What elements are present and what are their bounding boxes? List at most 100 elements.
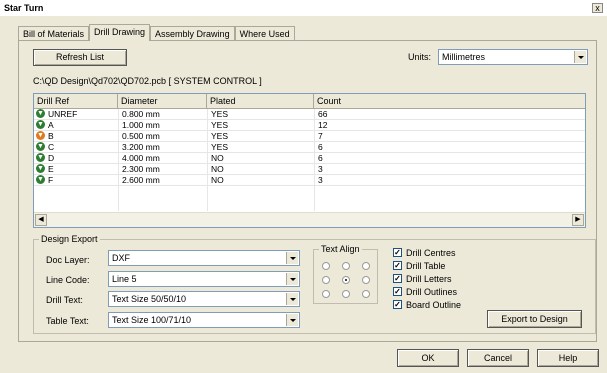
- table-row[interactable]: ▼ A 1.000 mm YES 12: [34, 120, 585, 131]
- table-row[interactable]: ▼ D 4.000 mm NO 6: [34, 153, 585, 164]
- drill-outlines-label: Drill Outlines: [406, 287, 458, 297]
- count-cell: 3: [318, 164, 323, 174]
- drill-table-checkbox[interactable]: ✓: [393, 261, 402, 270]
- table-text-select[interactable]: Text Size 100/71/10: [108, 312, 300, 328]
- chevron-down-icon[interactable]: [286, 314, 298, 326]
- table-row[interactable]: ▼ F 2.600 mm NO 3: [34, 175, 585, 186]
- drill-table[interactable]: Drill Ref Diameter Plated Count ▼ UNREF 0.…: [33, 93, 586, 228]
- align-bottom-left-radio[interactable]: [322, 290, 330, 298]
- table-row[interactable]: ▼ C 3.200 mm YES 6: [34, 142, 585, 153]
- title-bar: Star Turn x: [0, 0, 607, 16]
- plated-cell: YES: [211, 131, 229, 141]
- board-outline-checkbox[interactable]: ✓: [393, 300, 402, 309]
- export-to-design-button[interactable]: Export to Design: [487, 310, 582, 328]
- drill-ref-cell: A: [48, 120, 54, 130]
- drill-text-label: Drill Text:: [46, 295, 83, 305]
- column-header-plated[interactable]: Plated: [207, 94, 314, 108]
- help-button[interactable]: Help: [537, 349, 599, 367]
- plated-cell: NO: [211, 175, 224, 185]
- drill-table-header: Drill Ref Diameter Plated Count: [34, 94, 585, 109]
- scroll-right-icon[interactable]: ▶: [572, 214, 584, 226]
- chevron-down-icon[interactable]: [286, 293, 298, 305]
- plated-cell: NO: [211, 164, 224, 174]
- text-align-legend: Text Align: [321, 244, 360, 254]
- units-select[interactable]: Millimetres: [438, 49, 588, 65]
- drill-green-icon: ▼: [36, 164, 45, 173]
- tab-where-used[interactable]: Where Used: [234, 26, 295, 41]
- align-middle-center-radio[interactable]: [342, 276, 350, 284]
- count-cell: 12: [318, 120, 328, 130]
- table-row[interactable]: ▼ UNREF 0.800 mm YES 66: [34, 109, 585, 120]
- diameter-cell: 1.000 mm: [122, 120, 160, 130]
- plated-cell: YES: [211, 120, 229, 130]
- doc-layer-value: DXF: [112, 253, 130, 263]
- drill-ref-cell: UNREF: [48, 109, 78, 119]
- diameter-cell: 0.500 mm: [122, 131, 160, 141]
- line-code-value: Line 5: [112, 274, 137, 284]
- count-cell: 6: [318, 142, 323, 152]
- cancel-button[interactable]: Cancel: [467, 349, 529, 367]
- drill-letters-label: Drill Letters: [406, 274, 452, 284]
- dialog-footer: OK Cancel Help: [0, 342, 607, 373]
- plated-cell: NO: [211, 153, 224, 163]
- file-path: C:\QD Design\Qd702\QD702.pcb [ SYSTEM CO…: [33, 76, 262, 86]
- design-export-legend: Design Export: [41, 234, 98, 244]
- align-bottom-center-radio[interactable]: [342, 290, 350, 298]
- drill-ref-cell: F: [48, 175, 54, 185]
- tab-bill-of-materials[interactable]: Bill of Materials: [18, 26, 90, 41]
- chevron-down-icon[interactable]: [574, 51, 586, 63]
- drill-centres-label: Drill Centres: [406, 248, 456, 258]
- drill-ref-cell: E: [48, 164, 54, 174]
- board-outline-label: Board Outline: [406, 300, 462, 310]
- doc-layer-select[interactable]: DXF: [108, 250, 300, 266]
- chevron-down-icon[interactable]: [286, 273, 298, 285]
- align-middle-left-radio[interactable]: [322, 276, 330, 284]
- plated-cell: YES: [211, 142, 229, 152]
- drill-green-icon: ▼: [36, 175, 45, 184]
- align-top-left-radio[interactable]: [322, 262, 330, 270]
- table-text-value: Text Size 100/71/10: [112, 315, 192, 325]
- scroll-left-icon[interactable]: ◀: [35, 214, 47, 226]
- plated-cell: YES: [211, 109, 229, 119]
- chevron-down-icon[interactable]: [286, 252, 298, 264]
- window-title: Star Turn: [4, 3, 44, 13]
- drill-ref-cell: B: [48, 131, 54, 141]
- close-button[interactable]: x: [592, 3, 603, 13]
- tab-strip: Bill of Materials Drill Drawing Assembly…: [18, 24, 295, 41]
- align-top-right-radio[interactable]: [362, 262, 370, 270]
- drill-outlines-checkbox[interactable]: ✓: [393, 287, 402, 296]
- line-code-select[interactable]: Line 5: [108, 271, 300, 287]
- drill-table-label: Drill Table: [406, 261, 446, 271]
- dialog-window: Star Turn x Bill of Materials Drill Draw…: [0, 0, 607, 373]
- drill-green-icon: ▼: [36, 120, 45, 129]
- align-top-center-radio[interactable]: [342, 262, 350, 270]
- tab-drill-drawing[interactable]: Drill Drawing: [89, 24, 151, 41]
- column-header-drill-ref[interactable]: Drill Ref: [34, 94, 118, 108]
- align-middle-right-radio[interactable]: [362, 276, 370, 284]
- drill-letters-checkbox[interactable]: ✓: [393, 274, 402, 283]
- drill-text-select[interactable]: Text Size 50/50/10: [108, 291, 300, 307]
- drill-centres-checkbox[interactable]: ✓: [393, 248, 402, 257]
- table-row[interactable]: ▼ B 0.500 mm YES 7: [34, 131, 585, 142]
- drill-green-icon: ▼: [36, 142, 45, 151]
- align-bottom-right-radio[interactable]: [362, 290, 370, 298]
- units-label: Units:: [408, 52, 432, 62]
- drill-text-value: Text Size 50/50/10: [112, 294, 187, 304]
- count-cell: 6: [318, 153, 323, 163]
- count-cell: 3: [318, 175, 323, 185]
- ok-button[interactable]: OK: [397, 349, 459, 367]
- units-value: Millimetres: [442, 52, 486, 62]
- tab-assembly-drawing[interactable]: Assembly Drawing: [150, 26, 235, 41]
- refresh-list-button[interactable]: Refresh List: [33, 49, 127, 66]
- table-row[interactable]: ▼ E 2.300 mm NO 3: [34, 164, 585, 175]
- horizontal-scrollbar[interactable]: ◀ ▶: [34, 212, 585, 227]
- column-header-diameter[interactable]: Diameter: [118, 94, 207, 108]
- diameter-cell: 2.300 mm: [122, 164, 160, 174]
- doc-layer-label: Doc Layer:: [46, 255, 90, 265]
- diameter-cell: 3.200 mm: [122, 142, 160, 152]
- column-header-count[interactable]: Count: [314, 94, 585, 108]
- drill-orange-icon: ▼: [36, 131, 45, 140]
- drill-ref-cell: D: [48, 153, 55, 163]
- count-cell: 66: [318, 109, 328, 119]
- line-code-label: Line Code:: [46, 275, 90, 285]
